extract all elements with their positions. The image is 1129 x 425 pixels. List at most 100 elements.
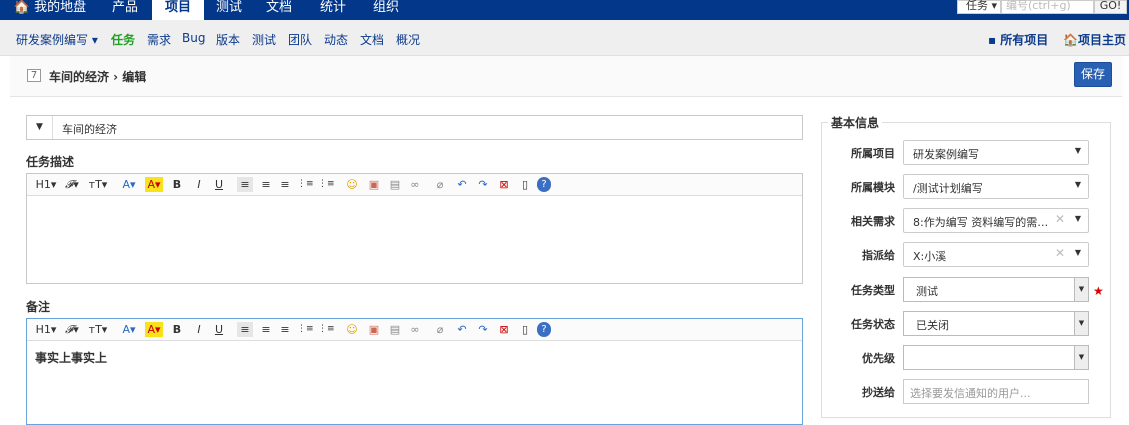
template-icon[interactable]: ▯ xyxy=(518,177,532,192)
align-left-icon[interactable]: ≡ xyxy=(237,322,253,337)
cc-label: 抄送给 xyxy=(862,386,895,399)
unordered-list-icon[interactable]: ⋮≡ xyxy=(318,322,335,337)
align-left-icon[interactable]: ≡ xyxy=(237,177,253,192)
align-center-icon[interactable]: ≡ xyxy=(259,322,273,337)
help-icon[interactable]: ? xyxy=(537,177,551,192)
redo-icon[interactable]: ↷ xyxy=(476,322,490,337)
unordered-list-icon[interactable]: ⋮≡ xyxy=(318,177,335,192)
clear-format-icon[interactable]: ⌀ xyxy=(433,322,447,337)
clear-icon[interactable]: ✕ xyxy=(1055,212,1065,226)
emoji-icon[interactable]: ☺ xyxy=(345,177,359,192)
task-type-select[interactable]: 测试 ▼ xyxy=(903,277,1089,302)
project-value: 研发案例编写 xyxy=(913,148,979,161)
task-type-value: 测试 xyxy=(916,285,938,298)
nav-test[interactable]: 测试 xyxy=(207,0,251,20)
search-go-button[interactable]: GO! xyxy=(1094,0,1127,14)
module-select[interactable]: /测试计划编写 ▼ xyxy=(903,174,1089,199)
subnav-build[interactable]: 版本 xyxy=(216,31,240,48)
font-color-button[interactable]: A▾ xyxy=(120,177,138,192)
code-block-icon[interactable]: ▤ xyxy=(388,177,402,192)
clear-format-icon[interactable]: ⌀ xyxy=(433,177,447,192)
nav-org[interactable]: 组织 xyxy=(364,0,408,20)
font-size-button[interactable]: тT▾ xyxy=(87,177,109,192)
nav-my-dashboard[interactable]: 🏠 我的地盘 xyxy=(10,0,90,20)
task-type-label: 任务类型 xyxy=(851,284,895,297)
subnav-bug[interactable]: Bug xyxy=(182,31,205,45)
comment-editor[interactable]: H1▾ 𝓕▾ тT▾ A▾ A▾ B I U ≡ ≡ ≡ ⋮≡ ⋮≡ ☺ ▣ ▤… xyxy=(26,318,803,425)
comment-content: 事实上事实上 xyxy=(35,351,108,365)
priority-label: 优先级 xyxy=(862,352,895,365)
cc-input[interactable]: 选择要发信通知的用户... xyxy=(903,379,1089,404)
project-switcher[interactable]: 研发案例编写 ▾ xyxy=(16,31,98,48)
subnav-test[interactable]: 测试 xyxy=(252,31,276,48)
all-projects-link[interactable]: ▪ 所有项目 xyxy=(988,31,1048,48)
save-button[interactable]: 保存 xyxy=(1074,62,1112,87)
font-color-button[interactable]: A▾ xyxy=(120,322,138,337)
task-id-badge: 7 xyxy=(27,69,41,82)
nav-project[interactable]: 项目 xyxy=(152,0,204,20)
italic-button[interactable]: I xyxy=(193,177,205,192)
undo-icon[interactable]: ↶ xyxy=(455,322,469,337)
image-icon[interactable]: ▣ xyxy=(367,322,381,337)
help-icon[interactable]: ? xyxy=(537,322,551,337)
assigned-to-label: 指派给 xyxy=(862,249,895,262)
font-family-button[interactable]: 𝓕▾ xyxy=(62,322,82,337)
priority-select[interactable]: ▼ xyxy=(903,345,1089,370)
clear-icon[interactable]: ✕ xyxy=(1055,246,1065,260)
search-type-select[interactable]: 任务 ▾ xyxy=(957,0,1001,14)
assigned-to-select[interactable]: X:小溪 ✕ ▼ xyxy=(903,242,1089,267)
subnav-overview[interactable]: 概况 xyxy=(396,31,420,48)
task-name-field[interactable]: ▼ 车间的经济 xyxy=(26,115,803,140)
fullscreen-icon[interactable]: ⊠ xyxy=(497,177,511,192)
undo-icon[interactable]: ↶ xyxy=(455,177,469,192)
project-select[interactable]: 研发案例编写 ▼ xyxy=(903,140,1089,165)
bold-button[interactable]: B xyxy=(171,177,183,192)
align-center-icon[interactable]: ≡ xyxy=(259,177,273,192)
link-icon[interactable]: ∞ xyxy=(407,322,423,337)
desc-editor-toolbar: H1▾ 𝓕▾ тT▾ A▾ A▾ B I U ≡ ≡ ≡ ⋮≡ ⋮≡ ☺ ▣ ▤… xyxy=(27,174,802,196)
chevron-down-icon: ▼ xyxy=(1074,146,1081,155)
link-icon[interactable]: ∞ xyxy=(407,177,423,192)
italic-button[interactable]: I xyxy=(193,322,205,337)
font-size-button[interactable]: тT▾ xyxy=(87,322,109,337)
highlight-button[interactable]: A▾ xyxy=(145,177,163,192)
nav-stats[interactable]: 统计 xyxy=(311,0,355,20)
top-nav: 🏠 我的地盘 产品 项目 测试 文档 统计 组织 任务 ▾ 编号(ctrl+g)… xyxy=(0,0,1129,20)
task-status-select[interactable]: 已关闭 ▼ xyxy=(903,311,1089,336)
subnav-team[interactable]: 团队 xyxy=(288,31,312,48)
code-block-icon[interactable]: ▤ xyxy=(388,322,402,337)
image-icon[interactable]: ▣ xyxy=(367,177,381,192)
color-picker-caret-icon[interactable]: ▼ xyxy=(27,116,53,139)
align-right-icon[interactable]: ≡ xyxy=(278,177,292,192)
emoji-icon[interactable]: ☺ xyxy=(345,322,359,337)
ordered-list-icon[interactable]: ⋮≡ xyxy=(297,322,314,337)
template-icon[interactable]: ▯ xyxy=(518,322,532,337)
heading-button[interactable]: H1▾ xyxy=(35,322,57,337)
nav-doc[interactable]: 文档 xyxy=(257,0,301,20)
search-input[interactable]: 编号(ctrl+g) xyxy=(1001,0,1094,14)
desc-editor[interactable]: H1▾ 𝓕▾ тT▾ A▾ A▾ B I U ≡ ≡ ≡ ⋮≡ ⋮≡ ☺ ▣ ▤… xyxy=(26,173,803,284)
subnav-doc[interactable]: 文档 xyxy=(360,31,384,48)
story-label: 相关需求 xyxy=(851,215,895,228)
story-select[interactable]: 8:作为编写 资料编写的需… ✕ ▼ xyxy=(903,208,1089,233)
ordered-list-icon[interactable]: ⋮≡ xyxy=(297,177,314,192)
fullscreen-icon[interactable]: ⊠ xyxy=(497,322,511,337)
align-right-icon[interactable]: ≡ xyxy=(278,322,292,337)
underline-button[interactable]: U xyxy=(213,322,225,337)
nav-product[interactable]: 产品 xyxy=(103,0,147,20)
module-label: 所属模块 xyxy=(851,181,895,194)
heading-button[interactable]: H1▾ xyxy=(35,177,57,192)
basic-info-panel xyxy=(821,122,1111,418)
font-family-button[interactable]: 𝓕▾ xyxy=(62,177,82,192)
subnav-story[interactable]: 需求 xyxy=(147,31,171,48)
comment-label: 备注 xyxy=(26,300,51,314)
redo-icon[interactable]: ↷ xyxy=(476,177,490,192)
desc-label: 任务描述 xyxy=(26,155,75,169)
assigned-to-value: X:小溪 xyxy=(913,250,947,263)
subnav-task[interactable]: 任务 xyxy=(111,31,135,48)
highlight-button[interactable]: A▾ xyxy=(145,322,163,337)
underline-button[interactable]: U xyxy=(213,177,225,192)
bold-button[interactable]: B xyxy=(171,322,183,337)
subnav-dynamic[interactable]: 动态 xyxy=(324,31,348,48)
project-home-link[interactable]: 🏠项目主页 xyxy=(1063,31,1126,48)
